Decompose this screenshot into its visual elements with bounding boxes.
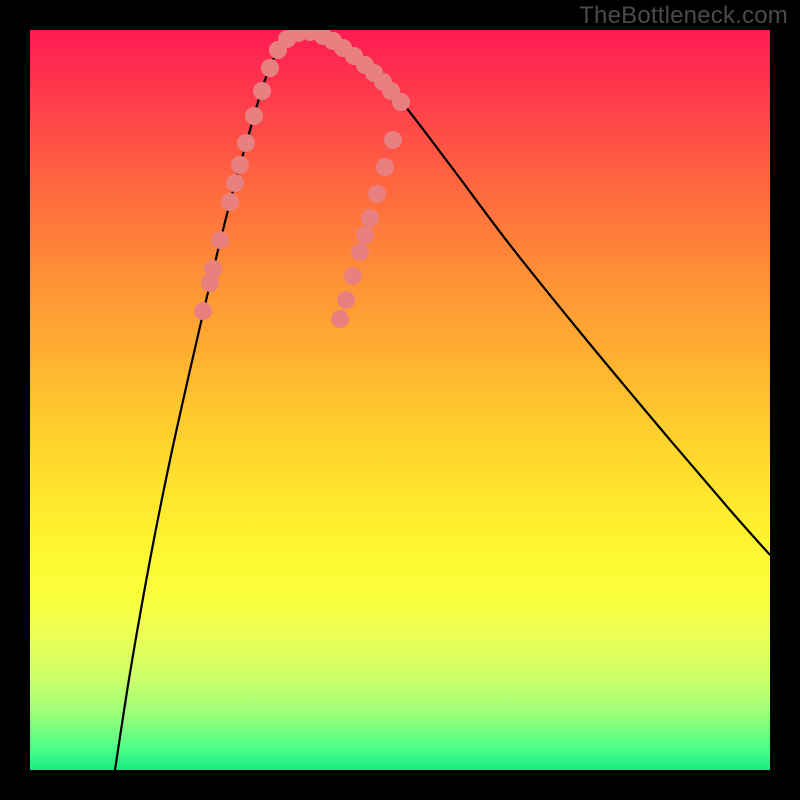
data-dot [368, 185, 386, 203]
data-dot [376, 158, 394, 176]
watermark-text: TheBottleneck.com [579, 2, 788, 30]
data-dot [392, 93, 410, 111]
data-dot [245, 107, 263, 125]
data-dot [331, 310, 349, 328]
data-dot [231, 156, 249, 174]
data-dot [221, 193, 239, 211]
data-dot [253, 82, 271, 100]
data-dot [384, 131, 402, 149]
bottleneck-curve [115, 32, 770, 770]
plot-area [30, 30, 770, 770]
data-dot [261, 59, 279, 77]
data-dots [194, 30, 410, 328]
data-dot [337, 291, 355, 309]
data-dot [237, 134, 255, 152]
data-dot [361, 209, 379, 227]
chart-frame: TheBottleneck.com [0, 0, 800, 800]
data-dot [211, 231, 229, 249]
data-dot [204, 260, 222, 278]
data-dot [351, 243, 369, 261]
data-dot [356, 226, 374, 244]
data-dot [194, 302, 212, 320]
data-dot [226, 174, 244, 192]
curve-svg [30, 30, 770, 770]
data-dot [344, 267, 362, 285]
